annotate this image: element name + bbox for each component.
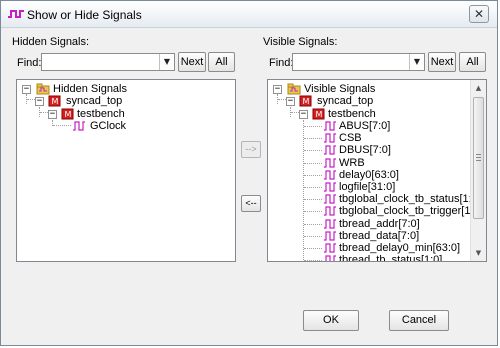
visible-signals-label: Visible Signals:	[263, 36, 338, 48]
scrollbar-thumb[interactable]	[473, 97, 484, 219]
tree-node-module[interactable]: − M syncad_top	[268, 95, 468, 108]
tree-node-signal[interactable]: GClock	[17, 120, 227, 133]
tree-node-label: CSB	[339, 132, 362, 145]
cancel-button[interactable]: Cancel	[389, 310, 449, 331]
tree-node-label: syncad_top	[66, 95, 123, 107]
chevron-down-icon[interactable]: ▼	[409, 54, 424, 70]
tree-node-label: tbread_tb_status[1:0]	[339, 254, 443, 262]
svg-text:M: M	[303, 97, 310, 106]
chevron-down-icon[interactable]: ▼	[159, 54, 174, 70]
collapse-icon[interactable]: −	[286, 97, 295, 106]
visible-all-button[interactable]: All	[459, 52, 486, 72]
move-to-visible-button[interactable]: -->	[241, 141, 261, 158]
tree-node-signal[interactable]: tbread_addr[7:0]	[268, 218, 468, 231]
visible-signals-tree[interactable]: − Visible Signals − M syncad_top − M tes…	[267, 79, 487, 262]
signal-waveform-icon	[323, 254, 337, 261]
svg-text:M: M	[65, 110, 72, 119]
hidden-find-combobox[interactable]: ▼	[41, 53, 175, 71]
hidden-next-button[interactable]: Next	[178, 52, 206, 72]
tree-node-module[interactable]: − M syncad_top	[17, 95, 227, 108]
svg-text:M: M	[316, 110, 323, 119]
svg-text:M: M	[52, 97, 59, 106]
tree-node-label: tbread_delay0_min[63:0]	[339, 242, 461, 254]
title-bar: Show or Hide Signals ✕	[1, 1, 497, 28]
tree-node-label: WRB	[339, 156, 365, 169]
visible-find-label: Find:	[269, 57, 294, 69]
tree-node-signal[interactable]: logfile[31:0]	[268, 181, 468, 194]
tree-node-signal[interactable]: CSB	[268, 132, 468, 145]
collapse-icon[interactable]: −	[35, 97, 44, 106]
signal-waveform-icon	[72, 120, 86, 136]
close-button[interactable]: ✕	[469, 5, 489, 23]
vertical-scrollbar[interactable]: ▲ ▼	[470, 80, 486, 261]
tree-node-signal[interactable]: ABUS[7:0]	[268, 120, 468, 133]
tree-node-label: syncad_top	[317, 95, 374, 107]
tree-node-signal[interactable]: WRB	[268, 157, 468, 170]
tree-node-label: tbglobal_clock_tb_status[1:0]	[339, 193, 481, 206]
ok-button[interactable]: OK	[303, 310, 359, 331]
hidden-find-label: Find:	[17, 57, 42, 69]
collapse-icon[interactable]: −	[48, 110, 57, 119]
visible-find-input[interactable]	[295, 55, 408, 69]
tree-node-label: delay0[63:0]	[339, 168, 399, 181]
tree-node-signal[interactable]: tbglobal_clock_tb_status[1:0]	[268, 193, 481, 206]
tree-node-label: ABUS[7:0]	[339, 120, 391, 132]
collapse-icon[interactable]: −	[22, 85, 31, 94]
visible-next-button[interactable]: Next	[428, 52, 456, 72]
hidden-find-input[interactable]	[44, 55, 158, 69]
scroll-up-icon[interactable]: ▲	[471, 80, 486, 96]
visible-find-combobox[interactable]: ▼	[292, 53, 425, 71]
tree-node-label: logfile[31:0]	[339, 181, 396, 193]
scroll-down-icon[interactable]: ▼	[471, 245, 486, 261]
tree-node-label: DBUS[7:0]	[339, 144, 391, 157]
tree-node-label: tbread_data[7:0]	[339, 229, 420, 242]
move-to-hidden-button[interactable]: <--	[241, 195, 261, 212]
tree-node-label: tbglobal_clock_tb_trigger[1:0]	[339, 205, 483, 218]
hidden-all-button[interactable]: All	[208, 52, 235, 72]
tree-node-signal[interactable]: tbglobal_clock_tb_trigger[1:0]	[268, 205, 483, 218]
tree-node-signal[interactable]: delay0[63:0]	[268, 169, 468, 182]
tree-node-label: GClock	[90, 120, 127, 132]
tree-node-signal[interactable]: DBUS[7:0]	[268, 144, 468, 157]
window-title: Show or Hide Signals	[27, 8, 142, 22]
hidden-signals-label: Hidden Signals:	[12, 36, 90, 48]
tree-node-label: tbread_addr[7:0]	[339, 217, 420, 230]
tree-node-signal[interactable]: tbread_tb_status[1:0]	[268, 254, 468, 262]
tree-node-signal[interactable]: tbread_delay0_min[63:0]	[268, 242, 468, 255]
show-hide-signals-dialog: Show or Hide Signals ✕ Hidden Signals: F…	[0, 0, 498, 346]
hidden-signals-tree[interactable]: − Hidden Signals − M syncad_top − M test…	[16, 79, 236, 262]
collapse-icon[interactable]: −	[273, 85, 282, 94]
collapse-icon[interactable]: −	[299, 110, 308, 119]
tree-node-signal[interactable]: tbread_data[7:0]	[268, 230, 468, 243]
waveform-icon	[7, 7, 25, 21]
